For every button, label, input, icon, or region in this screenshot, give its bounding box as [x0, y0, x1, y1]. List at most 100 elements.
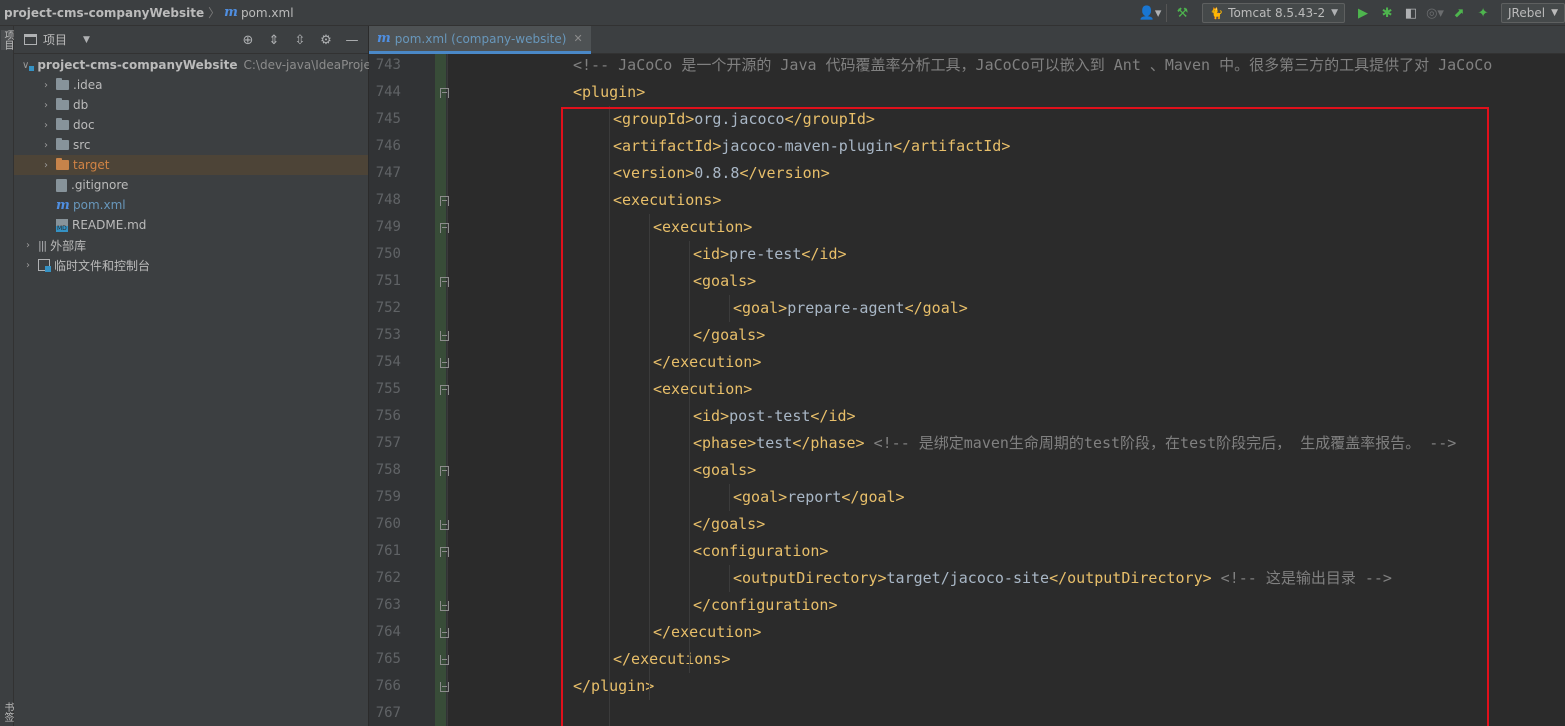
line-number: 761 — [375, 543, 401, 559]
chevron-right-icon[interactable]: › — [22, 260, 34, 271]
build-hammer-icon[interactable]: ⚒ — [1172, 2, 1192, 24]
chevron-right-icon[interactable]: › — [40, 160, 52, 171]
breadcrumb-project[interactable]: project-cms-companyWebsite — [4, 6, 204, 20]
fold-expand-icon[interactable] — [440, 196, 449, 206]
tree-item[interactable]: ›mpom.xml — [14, 195, 368, 215]
tree-item-path: C:\dev-java\IdeaProject — [243, 58, 383, 72]
fold-expand-icon[interactable] — [440, 88, 449, 98]
tree-item[interactable]: › doc — [14, 115, 368, 135]
locate-file-icon[interactable]: ⊕ — [238, 33, 258, 48]
code-area[interactable]: 743 <!-- JaCoCo 是一个开源的 Java 代码覆盖率分析工具，JaC… — [369, 54, 1565, 726]
code-line: 749 <execution> — [369, 214, 1565, 241]
collapse-all-icon[interactable]: ⇳ — [290, 33, 310, 48]
fold-collapse-icon[interactable] — [440, 682, 449, 692]
code-text: <id>pre-test</id> — [693, 241, 847, 268]
bookmarks-tool-window-tab[interactable]: 书签 — [1, 702, 13, 722]
chevron-right-icon[interactable]: › — [40, 100, 52, 111]
gear-icon[interactable]: ⚙ — [316, 33, 336, 48]
tree-item-label: src — [73, 138, 91, 152]
fold-collapse-icon[interactable] — [440, 331, 449, 341]
project-tool-window-tab[interactable]: 项目 — [1, 30, 13, 50]
code-text: </executions> — [613, 646, 730, 673]
project-panel: 项目 ▼ ⊕ ⇕ ⇳ ⚙ — ∨ project-cms-companyWebsi… — [14, 26, 382, 726]
tree-item[interactable]: › .idea — [14, 75, 368, 95]
run-configuration-select[interactable]: 🐈 Tomcat 8.5.43-2 ▼ — [1202, 3, 1346, 23]
fold-collapse-icon[interactable] — [440, 655, 449, 665]
code-text: <groupId>org.jacoco</groupId> — [613, 106, 875, 133]
tree-item-label: db — [73, 98, 89, 112]
code-line: 761 <configuration> — [369, 538, 1565, 565]
line-number: 764 — [375, 624, 401, 640]
breadcrumb: project-cms-companyWebsite 〉 m pom.xml — [0, 0, 294, 26]
tree-item[interactable]: ›.gitignore — [14, 175, 368, 195]
chevron-down-icon[interactable]: ∨ — [22, 60, 29, 71]
coverage-icon[interactable]: ◧ — [1401, 2, 1421, 24]
tree-item[interactable]: › 临时文件和控制台 — [14, 255, 368, 275]
fold-expand-icon[interactable] — [440, 547, 449, 557]
chevron-down-icon: ▼ — [1331, 8, 1339, 18]
jrebel-select[interactable]: JRebel ▼ — [1501, 3, 1565, 23]
fold-expand-icon[interactable] — [440, 223, 449, 233]
code-text: <execution> — [653, 376, 752, 403]
profiler-icon[interactable]: ◎▾ — [1425, 2, 1445, 24]
tree-item[interactable]: › ||| 外部库 — [14, 235, 368, 255]
fold-expand-icon[interactable] — [440, 385, 449, 395]
chevron-down-icon[interactable]: ▼ — [83, 35, 90, 45]
xml-comment: <!-- JaCoCo 是一个开源的 Java 代码覆盖率分析工具，JaCoCo… — [573, 56, 1493, 74]
fold-collapse-icon[interactable] — [440, 601, 449, 611]
xml-text: pre-test — [729, 245, 802, 263]
tree-item[interactable]: › target — [14, 155, 368, 175]
breadcrumb-file[interactable]: pom.xml — [241, 6, 294, 20]
debug-icon[interactable]: ✱ — [1377, 2, 1397, 24]
project-view-icon — [24, 34, 37, 45]
xml-text: 0.8.8 — [694, 164, 740, 182]
code-line: 753 </goals> — [369, 322, 1565, 349]
chevron-right-icon[interactable]: › — [40, 120, 52, 131]
tab-pom-xml[interactable]: m pom.xml (company-website) ✕ — [369, 26, 591, 54]
code-line: 745 <groupId>org.jacoco</groupId> — [369, 106, 1565, 133]
fold-expand-icon[interactable] — [440, 466, 449, 476]
indent-guide — [729, 565, 730, 592]
xml-tag: </outputDirectory> — [1049, 569, 1212, 587]
line-number: 749 — [375, 219, 401, 235]
expand-all-icon[interactable]: ⇕ — [264, 33, 284, 48]
line-number: 766 — [375, 678, 401, 694]
project-view-title[interactable]: 项目 — [43, 31, 67, 48]
indent-guide — [729, 295, 730, 322]
code-text: </plugin> — [573, 673, 654, 700]
user-account-icon[interactable]: 👤▾ — [1139, 2, 1162, 24]
chevron-right-icon[interactable]: › — [40, 140, 52, 151]
chevron-right-icon[interactable]: › — [22, 240, 34, 251]
tree-item-label: 外部库 — [50, 238, 87, 253]
code-line: 764 </execution> — [369, 619, 1565, 646]
fold-collapse-icon[interactable] — [440, 358, 449, 368]
xml-tag: </plugin> — [573, 677, 655, 695]
xml-tag: </execution> — [653, 353, 762, 371]
tree-item-label: .idea — [73, 78, 103, 92]
close-icon[interactable]: ✕ — [573, 32, 582, 45]
fold-collapse-icon[interactable] — [440, 628, 449, 638]
jrebel-debug-icon[interactable]: ✦ — [1473, 2, 1493, 24]
project-panel-header: 项目 ▼ ⊕ ⇕ ⇳ ⚙ — — [14, 26, 368, 54]
chevron-right-icon[interactable]: › — [40, 80, 52, 91]
jrebel-label: JRebel — [1508, 6, 1546, 20]
tree-item-label: project-cms-companyWebsite — [37, 58, 238, 72]
fold-expand-icon[interactable] — [440, 277, 449, 287]
code-text: <phase>test</phase> <!-- 是绑定maven生命周期的te… — [693, 430, 1456, 457]
run-icon[interactable]: ▶ — [1353, 2, 1373, 24]
line-number: 743 — [375, 57, 401, 73]
editor: m pom.xml (company-website) ✕ 743 <!-- Ja… — [369, 26, 1565, 726]
code-line: 748 <executions> — [369, 187, 1565, 214]
line-number: 747 — [375, 165, 401, 181]
tree-item[interactable]: ›README.md — [14, 215, 368, 235]
code-line: 752 <goal>prepare-agent</goal> — [369, 295, 1565, 322]
jrebel-run-icon[interactable]: ⬈ — [1449, 2, 1469, 24]
code-line: 755 <execution> — [369, 376, 1565, 403]
xml-tag: <execution> — [653, 380, 753, 398]
fold-collapse-icon[interactable] — [440, 520, 449, 530]
tree-item[interactable]: › src — [14, 135, 368, 155]
tree-item[interactable]: ∨ project-cms-companyWebsite C:\dev-java\I… — [14, 55, 382, 75]
tree-item[interactable]: › db — [14, 95, 368, 115]
indent-guide — [729, 484, 730, 511]
hide-icon[interactable]: — — [342, 33, 362, 48]
